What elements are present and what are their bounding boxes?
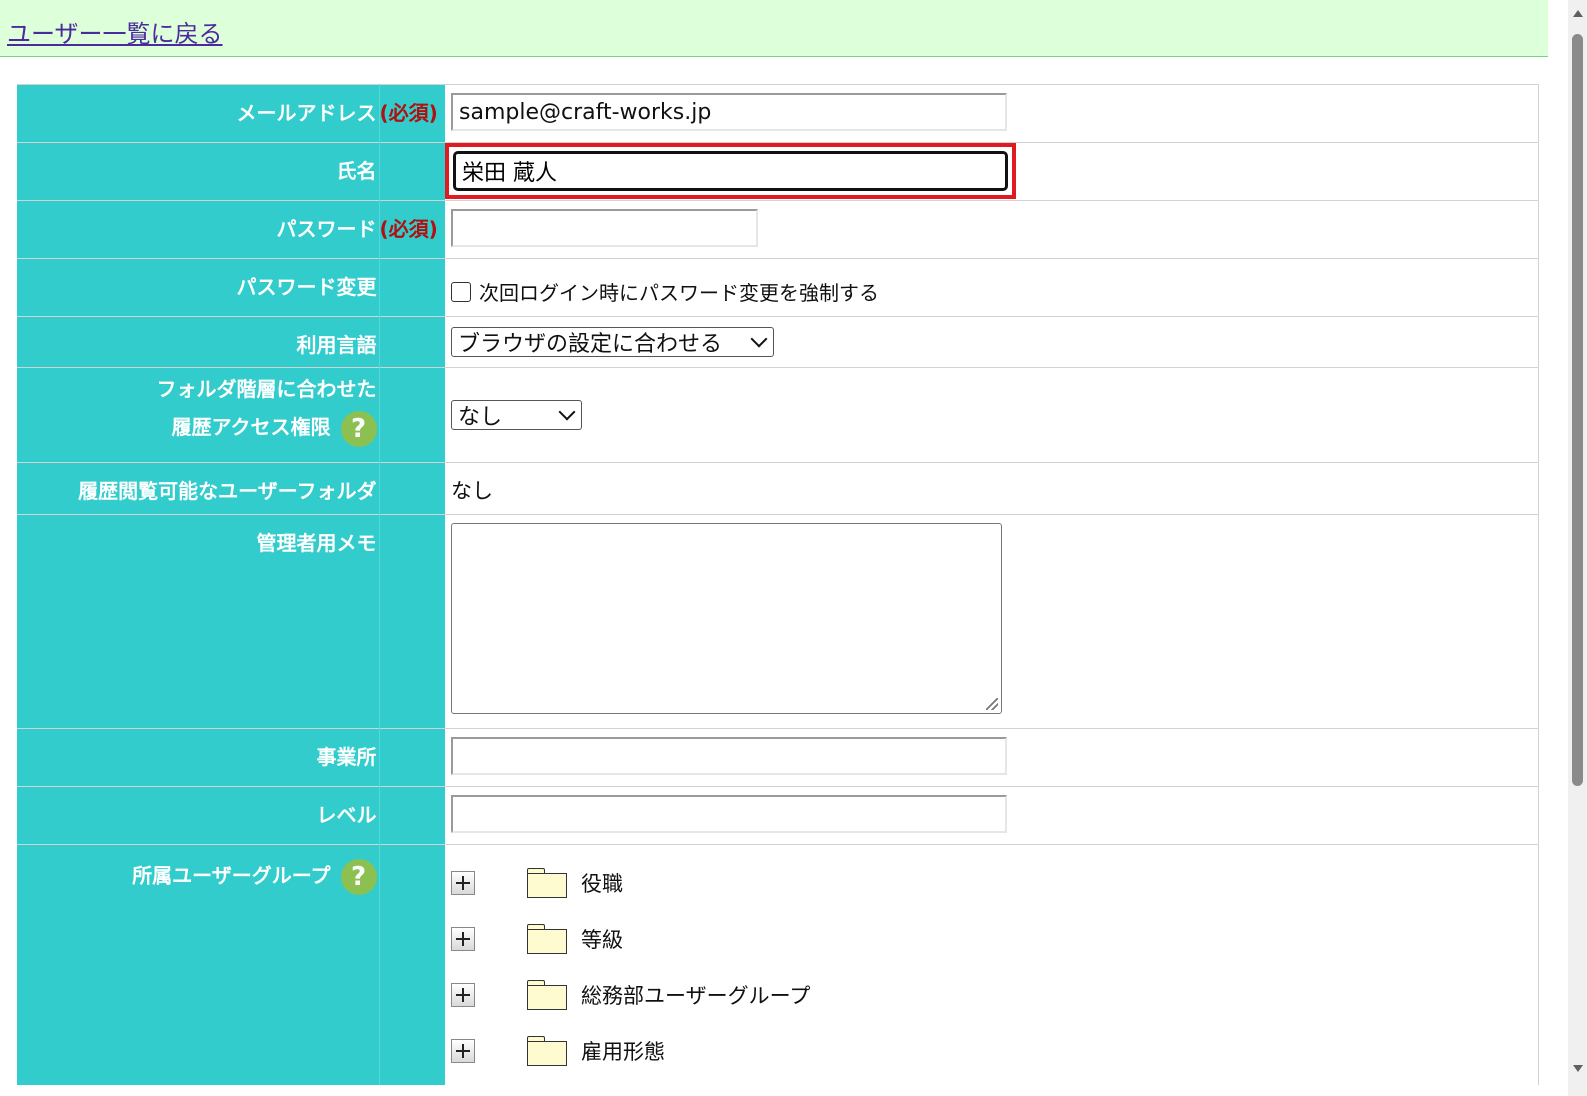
folder-access-required-col [379,367,445,463]
top-bar: ユーザー一覧に戻る [0,0,1548,57]
password-change-required-col [379,258,445,317]
office-cell [445,728,1539,787]
scrollbar-thumb[interactable] [1572,34,1583,786]
row-password-change: パスワード変更 次回ログイン時にパスワード変更を強制する [17,258,1539,317]
expand-plus-icon[interactable] [451,1039,475,1063]
chevron-down-icon [558,403,576,421]
tree-item: 総務部ユーザーグループ [451,967,1538,1023]
office-required-col [379,728,445,787]
scroll-up-arrow-icon[interactable] [1573,10,1583,17]
expand-plus-icon[interactable] [451,927,475,951]
email-label: メールアドレス [17,84,380,143]
viewable-folder-required-col [379,462,445,515]
folder-access-label-line1: フォルダ階層に合わせた [156,377,377,401]
help-icon[interactable]: ? [340,410,377,447]
office-label: 事業所 [17,728,380,787]
row-language: 利用言語 ブラウザの設定に合わせる [17,316,1539,368]
admin-memo-textarea[interactable] [451,523,1002,714]
user-groups-required-col [379,844,445,1085]
language-select[interactable]: ブラウザの設定に合わせる [451,327,774,357]
tree-item-label[interactable]: 役職 [581,868,623,898]
user-groups-tree: 役職 等級 総務部ユーザーグループ 雇用形態 [445,844,1539,1085]
email-required-mark: (必須) [379,101,438,125]
folder-icon [527,1036,567,1066]
email-cell [445,84,1539,143]
language-label: 利用言語 [17,316,380,368]
folder-icon [527,868,567,898]
language-cell: ブラウザの設定に合わせる [445,316,1539,368]
force-password-change-text: 次回ログイン時にパスワード変更を強制する [479,281,879,305]
expand-plus-icon[interactable] [451,871,475,895]
row-office: 事業所 [17,728,1539,787]
help-icon[interactable]: ? [340,859,377,895]
row-level: レベル [17,786,1539,845]
name-input[interactable] [453,151,1008,191]
chevron-down-icon [750,330,768,348]
folder-icon [527,980,567,1010]
folder-access-label-line2: 履歴アクセス権限 [171,415,331,439]
folder-access-label-line2-wrap: 履歴アクセス権限? [17,408,377,447]
folder-icon [527,924,567,954]
user-groups-label: 所属ユーザーグループ? [17,844,380,1085]
name-required-col [379,142,445,201]
scroll-down-arrow-icon[interactable] [1573,1065,1583,1072]
email-required-col: (必須) [379,84,445,143]
folder-access-selected-value: なし [458,405,503,430]
folder-access-cell: なし [445,367,1539,463]
password-required-mark: (必須) [379,217,438,241]
force-password-change-option: 次回ログイン時にパスワード変更を強制する [451,277,1538,306]
admin-memo-required-col [379,514,445,729]
tree-item-label[interactable]: 等級 [581,924,623,954]
user-groups-label-text: 所属ユーザーグループ [132,863,331,888]
level-cell [445,786,1539,845]
admin-memo-cell [445,514,1539,729]
resize-grip-icon[interactable] [986,698,998,710]
office-input[interactable] [451,737,1007,775]
row-admin-memo: 管理者用メモ [17,514,1539,729]
name-focus-highlight [445,143,1016,199]
expand-plus-icon[interactable] [451,983,475,1007]
language-required-col [379,316,445,368]
password-label: パスワード [17,200,380,259]
tree-item-label[interactable]: 雇用形態 [581,1036,665,1066]
row-user-groups: 所属ユーザーグループ? 役職 等級 総務部ユーザーグループ 雇用形態 [17,844,1539,1085]
tree-item-label[interactable]: 総務部ユーザーグループ [581,980,810,1010]
level-required-col [379,786,445,845]
tree-item: 役職 [451,855,1538,911]
password-cell [445,200,1539,259]
name-label: 氏名 [17,142,380,201]
name-cell [445,142,1539,201]
row-email: メールアドレス (必須) [17,84,1539,143]
password-change-label: パスワード変更 [17,258,380,317]
force-password-change-checkbox[interactable] [451,281,471,302]
level-input[interactable] [451,795,1007,833]
password-change-cell: 次回ログイン時にパスワード変更を強制する [445,258,1539,317]
row-folder-access: フォルダ階層に合わせた 履歴アクセス権限? なし [17,367,1539,463]
folder-access-label: フォルダ階層に合わせた 履歴アクセス権限? [17,367,380,463]
email-input[interactable] [451,93,1007,131]
row-name: 氏名 [17,142,1539,201]
password-input[interactable] [451,209,758,247]
viewable-folder-value: なし [445,462,1539,515]
row-password: パスワード (必須) [17,200,1539,259]
language-selected-value: ブラウザの設定に合わせる [458,332,723,357]
user-edit-form: メールアドレス (必須) 氏名 パスワード (必須) パスワード変更 次回ログイ… [17,84,1539,1085]
password-required-col: (必須) [379,200,445,259]
viewable-folder-label: 履歴閲覧可能なユーザーフォルダ [17,462,380,515]
tree-item: 雇用形態 [451,1023,1538,1079]
admin-memo-label: 管理者用メモ [17,514,380,729]
back-to-user-list-link[interactable]: ユーザー一覧に戻る [7,14,223,49]
tree-item: 等級 [451,911,1538,967]
vertical-scrollbar[interactable] [1568,0,1587,1096]
folder-access-select[interactable]: なし [451,400,582,430]
level-label: レベル [17,786,380,845]
row-viewable-folder: 履歴閲覧可能なユーザーフォルダ なし [17,462,1539,515]
